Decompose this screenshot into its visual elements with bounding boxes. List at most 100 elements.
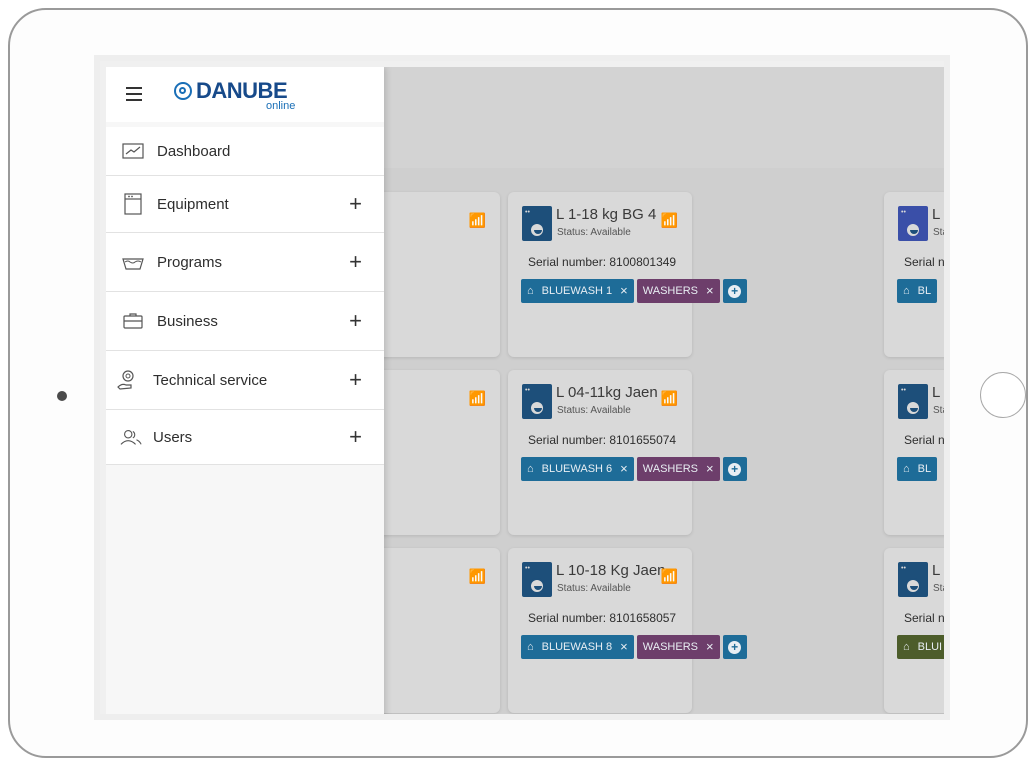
remove-tag-icon[interactable]: × [620, 279, 628, 303]
plus-icon: + [728, 640, 742, 654]
tag-label: BLUEWASH 6 [541, 463, 613, 475]
home-icon: ⌂ [527, 641, 534, 653]
tag-group: ⌂ BL [897, 457, 938, 481]
remove-tag-icon[interactable]: × [706, 279, 714, 303]
nav-item-dashboard[interactable]: Dashboard [106, 127, 384, 176]
home-icon: ⌂ [903, 285, 910, 297]
tag-label: BL [917, 285, 932, 297]
washer-icon [124, 193, 142, 215]
chart-line-icon [122, 143, 144, 159]
nav-label: Technical service [153, 371, 268, 389]
plus-icon: + [728, 462, 742, 476]
nav-menu: Dashboard Equipment + Programs + Busines… [106, 127, 384, 465]
service-icon [117, 370, 134, 390]
nav-item-technical-service[interactable]: Technical service + [106, 351, 384, 410]
nav-item-users[interactable]: Users + [106, 410, 384, 465]
serial-number: Serial n [904, 255, 945, 269]
tag-type: WASHERS × [636, 457, 720, 481]
home-button[interactable] [980, 372, 1026, 418]
washer-icon: •• [522, 384, 552, 419]
equipment-card[interactable]: •• L Sta Serial n ⌂ BL [884, 370, 949, 535]
add-tag-button[interactable]: + [722, 457, 747, 481]
card-status: Sta [933, 583, 949, 594]
home-icon: ⌂ [527, 463, 534, 475]
side-drawer: DANUBE online Dashboard Equipment + Prog… [106, 67, 384, 714]
remove-tag-icon[interactable]: × [620, 635, 628, 659]
expand-icon[interactable]: + [349, 367, 362, 393]
wifi-icon: 📶 [660, 390, 678, 406]
serial-number: Serial number: 8101655074 [528, 433, 677, 447]
card-title: L 1-18 kg BG 4 [556, 206, 657, 223]
equipment-card[interactable]: •• L 1-18 kg BG 4 Status: Available 📶 Se… [508, 192, 747, 357]
tag-group: ⌂ BLUEWASH 8 × [521, 635, 634, 659]
card-status: Sta [933, 405, 949, 416]
tag-label: BLUEWASH 8 [541, 641, 613, 653]
brand-sub: online [266, 100, 296, 112]
expand-icon[interactable]: + [349, 249, 362, 275]
tag-group: ⌂ BLUEWASH 6 × [521, 457, 634, 481]
screen: 📶 × + 📶 + 📶 + •• L 1-18 kg BG 4 Status: … [94, 55, 950, 720]
expand-icon[interactable]: + [349, 308, 362, 334]
tag-group: ⌂ BLUEWASH 1 × [521, 279, 634, 303]
card-title: L 04-11kg Jaen [556, 384, 658, 401]
basin-icon [122, 258, 144, 270]
nav-label: Dashboard [157, 142, 231, 160]
washer-icon: •• [898, 562, 928, 597]
equipment-card[interactable]: •• L 10-18 Kg Jaen Status: Available 📶 S… [508, 548, 747, 713]
tag-group: ⌂ BL [897, 279, 938, 303]
card-title: L [932, 384, 941, 401]
nav-label: Users [153, 428, 193, 446]
users-icon [120, 430, 142, 445]
expand-icon[interactable]: + [349, 191, 362, 217]
home-icon: ⌂ [903, 641, 910, 653]
serial-number: Serial n [904, 433, 945, 447]
nav-label: Equipment [157, 195, 229, 213]
tag-label: WASHERS [642, 285, 698, 297]
card-title: L [932, 562, 941, 579]
add-tag-button[interactable]: + [722, 635, 747, 659]
tag-label: BLUEWASH 1 [541, 285, 613, 297]
danube-logo-icon [174, 82, 192, 100]
add-tag-button[interactable]: + [722, 279, 747, 303]
equipment-card[interactable]: •• L Sta Serial n ⌂ BLUI [884, 548, 949, 713]
equipment-card[interactable]: •• L 04-11kg Jaen Status: Available 📶 Se… [508, 370, 747, 535]
nav-label: Business [157, 312, 218, 330]
card-title: L [932, 206, 941, 223]
card-status: Status: Available [557, 405, 631, 416]
home-icon: ⌂ [903, 463, 910, 475]
nav-label: Programs [157, 253, 223, 271]
tag-label: BL [917, 463, 932, 475]
tag-type: WASHERS × [636, 279, 720, 303]
remove-tag-icon[interactable]: × [620, 457, 628, 481]
equipment-card[interactable]: •• L Sta Serial n ⌂ BL [884, 192, 949, 357]
card-title: L 10-18 Kg Jaen [556, 562, 666, 579]
tag-label: WASHERS [642, 463, 698, 475]
washer-icon: •• [522, 206, 552, 241]
drawer-header: DANUBE online [106, 67, 384, 122]
tag-label: BLUI [917, 641, 943, 653]
camera-dot [57, 391, 67, 401]
wifi-icon: 📶 [660, 212, 678, 228]
washer-icon: •• [898, 384, 928, 419]
wifi-icon: 📶 [468, 212, 486, 228]
nav-item-programs[interactable]: Programs + [106, 233, 384, 292]
wifi-icon: 📶 [468, 568, 486, 584]
menu-icon[interactable] [126, 87, 142, 101]
remove-tag-icon[interactable]: × [706, 457, 714, 481]
card-status: Sta [933, 227, 949, 238]
serial-number: Serial n [904, 611, 945, 625]
nav-item-business[interactable]: Business + [106, 292, 384, 351]
serial-number: Serial number: 8100801349 [528, 255, 677, 269]
expand-icon[interactable]: + [349, 424, 362, 450]
tag-group: ⌂ BLUI [897, 635, 944, 659]
remove-tag-icon[interactable]: × [706, 635, 714, 659]
nav-item-equipment[interactable]: Equipment + [106, 176, 384, 233]
washer-icon: •• [898, 206, 928, 241]
briefcase-icon [123, 313, 143, 329]
app-viewport: 📶 × + 📶 + 📶 + •• L 1-18 kg BG 4 Status: … [106, 67, 949, 714]
card-status: Status: Available [557, 583, 631, 594]
washer-icon: •• [522, 562, 552, 597]
wifi-icon: 📶 [660, 568, 678, 584]
tag-type: WASHERS × [636, 635, 720, 659]
serial-number: Serial number: 8101658057 [528, 611, 677, 625]
